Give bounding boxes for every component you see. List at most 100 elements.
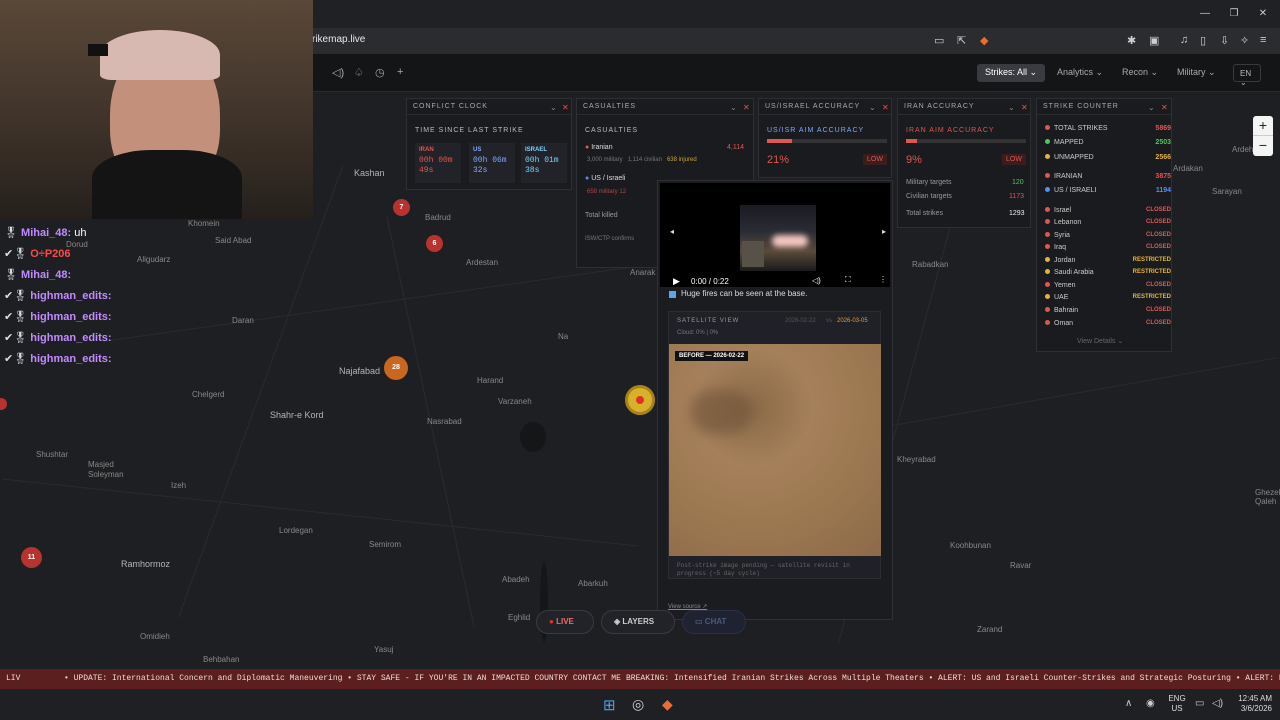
nav-analytics[interactable]: Analytics ⌄ (1049, 64, 1111, 82)
video-frame (740, 205, 816, 271)
chevron-down-icon[interactable]: ⌄ (869, 103, 876, 112)
volume-icon[interactable]: ◁) (332, 66, 344, 79)
layers-button[interactable]: ◈ LAYERS (601, 610, 675, 634)
share-icon[interactable]: ⇱ (957, 34, 966, 47)
place-label: Badrud (425, 213, 451, 222)
place-label: Izeh (171, 481, 187, 490)
minimize-icon[interactable]: — (1198, 8, 1212, 20)
bell-icon[interactable]: ♤ (354, 66, 364, 79)
airspace-row: Syria CLOSED (1045, 232, 1171, 242)
strike-cluster-marker[interactable]: 11 (21, 547, 42, 568)
close-window-icon[interactable]: ✕ (1256, 8, 1270, 20)
place-label: Behbahan (203, 655, 240, 664)
counter-row: TOTAL STRIKES 5869 (1045, 125, 1171, 135)
webcam-overlay (0, 0, 313, 219)
place-label: Abarkuh (578, 579, 608, 588)
language-select[interactable]: EN ⌄ (1233, 64, 1261, 87)
airspace-row: Israel CLOSED (1045, 207, 1171, 217)
close-icon[interactable]: ✕ (743, 103, 750, 112)
close-icon[interactable]: ✕ (562, 103, 569, 112)
play-icon[interactable]: ▶ (673, 276, 680, 287)
close-icon[interactable]: ✕ (1021, 103, 1028, 112)
panel-title: CASUALTIES (577, 99, 753, 115)
airspace-row: Lebanon CLOSED (1045, 219, 1171, 229)
view-source-link[interactable]: View source ↗ (668, 603, 707, 610)
tray-chevron-icon[interactable]: ∧ (1125, 698, 1132, 709)
fullscreen-icon[interactable]: ⛶ (845, 275, 851, 285)
place-label: Zarand (977, 625, 1003, 634)
counter-row: US / ISRAELI 1194 (1045, 187, 1171, 197)
video-player[interactable]: ◂ ▸ ▶ 0:00 / 0:22 ◁) ⛶ ⋮ (660, 183, 890, 287)
plus-icon[interactable]: + (397, 66, 403, 78)
chevron-down-icon[interactable]: ⌄ (550, 103, 557, 112)
nav-military[interactable]: Military ⌄ (1169, 64, 1224, 82)
brave-taskbar-icon[interactable]: ◆ (662, 696, 673, 713)
brave-shield-icon[interactable]: ◆ (980, 34, 988, 47)
clock-cell-iran: IRAN 00h 00m 49s (415, 143, 461, 183)
wallet-icon[interactable]: ▣ (1149, 34, 1159, 47)
strike-marker[interactable] (0, 398, 7, 410)
chat-message: ✔🎖 highman_edits: (4, 290, 112, 302)
close-icon[interactable]: ✕ (882, 103, 889, 112)
mute-icon[interactable]: ◁) (812, 276, 821, 285)
download-icon[interactable]: ⇩ (1220, 34, 1229, 47)
windows-start-icon[interactable]: ⊞ (603, 696, 616, 714)
zoom-out-button[interactable]: − (1253, 136, 1273, 156)
place-label: Koohbunan (950, 541, 991, 550)
strike-cluster-marker[interactable]: 28 (384, 356, 408, 380)
place-label: Eghlid (508, 613, 531, 622)
strike-cluster-marker[interactable]: 7 (393, 199, 410, 216)
chat-button[interactable]: ▭ CHAT (682, 610, 746, 634)
network-icon[interactable]: ▭ (1195, 698, 1204, 709)
panel-title: CONFLICT CLOCK (407, 99, 571, 115)
chevron-down-icon[interactable]: ⌄ (1148, 103, 1155, 112)
volume-tray-icon[interactable]: ◁) (1212, 698, 1223, 709)
view-details-link[interactable]: View Details ⌄ (1077, 337, 1123, 345)
strike-caption: Huge fires can be seen at the base. (681, 289, 808, 298)
prev-icon[interactable]: ◂ (670, 227, 674, 236)
strike-cluster-marker[interactable]: 6 (426, 235, 443, 252)
place-label: Kheyrabad (897, 455, 936, 464)
next-icon[interactable]: ▸ (882, 227, 886, 236)
extensions-icon[interactable]: ✱ (1127, 34, 1136, 47)
mic-icon[interactable]: ◉ (1146, 698, 1155, 709)
nav-recon[interactable]: Recon ⌄ (1114, 64, 1166, 82)
chat-message: ✔🎖 highman_edits: (4, 353, 112, 365)
leo-icon[interactable]: ✧ (1240, 34, 1249, 47)
input-language[interactable]: ENG US (1168, 694, 1186, 714)
chat-icon: ▭ (695, 617, 703, 626)
clock[interactable]: 12:45 AM 3/6/2026 (1232, 694, 1272, 714)
place-label: Anarak (630, 268, 656, 277)
clock-cell-israel: ISRAEL 00h 01m 38s (521, 143, 567, 183)
place-label: Na (558, 332, 569, 341)
layers-icon: ◈ (614, 617, 621, 626)
close-icon[interactable]: ✕ (1161, 103, 1168, 112)
nav-strikes[interactable]: Strikes: All ⌄ (977, 64, 1046, 82)
maximize-icon[interactable]: ❐ (1227, 8, 1241, 20)
info-icon (669, 291, 676, 298)
sidebar-icon[interactable]: ▯ (1200, 34, 1206, 47)
airspace-row: Yemen CLOSED (1045, 282, 1171, 292)
screen-icon[interactable]: ▭ (934, 34, 944, 47)
zoom-in-button[interactable]: + (1253, 116, 1273, 136)
chevron-down-icon[interactable]: ⌄ (730, 103, 737, 112)
satellite-image[interactable]: BEFORE — 2026-02-22 (669, 344, 881, 556)
chevron-down-icon[interactable]: ⌄ (1008, 103, 1015, 112)
selected-strike-marker[interactable] (625, 385, 655, 415)
app-taskbar-icon[interactable]: ◎ (632, 696, 644, 713)
place-label: Ravar (1010, 561, 1032, 570)
airspace-row: Saudi Arabia RESTRICTED (1045, 269, 1171, 279)
place-label: Semirom (369, 540, 402, 549)
place-label: Aligudarz (137, 255, 171, 264)
place-label: Najafabad (339, 366, 381, 376)
music-icon[interactable]: ♫ (1180, 34, 1188, 46)
clock-icon[interactable]: ◷ (375, 66, 385, 79)
place-label: Shushtar (36, 450, 69, 459)
live-button[interactable]: ● LIVE (536, 610, 594, 634)
strike-counter-panel: STRIKE COUNTER ✕ ⌄ TOTAL STRIKES 5869 MAP… (1036, 98, 1172, 352)
menu-icon[interactable]: ≡ (1260, 34, 1266, 46)
url-text[interactable]: rikemap.live (312, 34, 365, 45)
place-label: Omidieh (140, 632, 170, 641)
more-options-icon[interactable]: ⋮ (879, 275, 887, 284)
place-label: Said Abad (215, 236, 252, 245)
